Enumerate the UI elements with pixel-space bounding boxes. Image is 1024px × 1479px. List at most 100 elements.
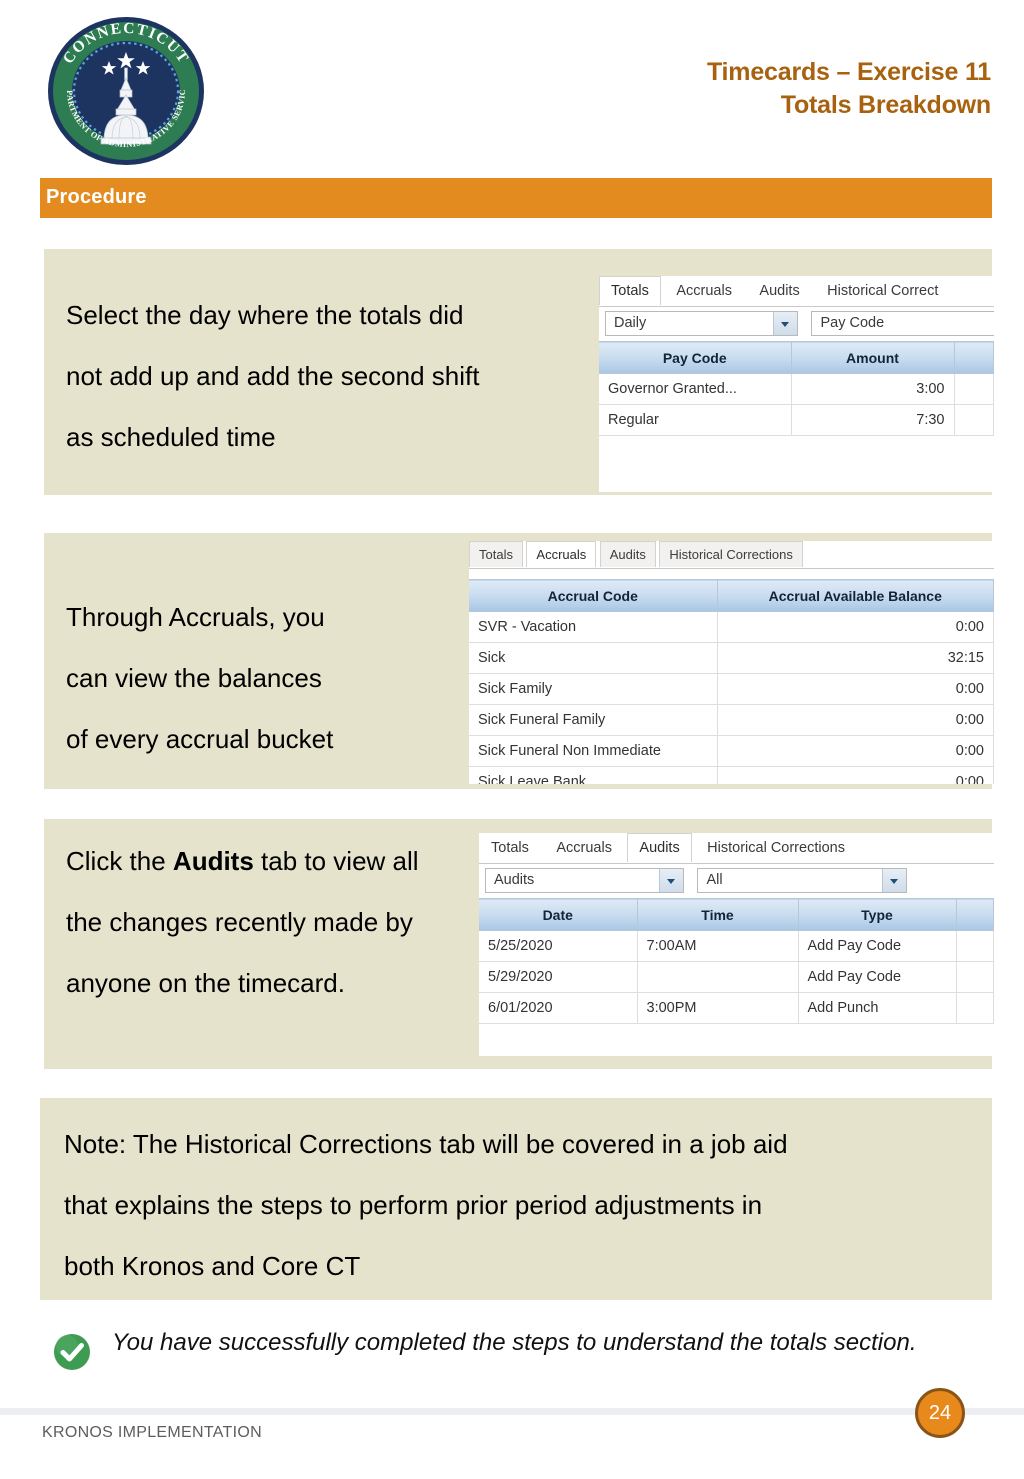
totals-col-overflow bbox=[954, 341, 994, 374]
audits-cell-time: 7:00AM bbox=[637, 930, 799, 962]
table-row[interactable]: Regular 7:30 bbox=[599, 404, 994, 436]
audits-col-overflow bbox=[956, 898, 994, 931]
tab-audits[interactable]: Audits bbox=[627, 833, 692, 862]
page-title-line1: Timecards – Exercise 11 bbox=[706, 58, 991, 86]
table-row[interactable]: Sick Funeral Non Immediate 0:00 bbox=[469, 735, 994, 767]
accruals-col-balance: Accrual Available Balance bbox=[717, 579, 994, 612]
chevron-down-icon[interactable] bbox=[882, 869, 907, 892]
step-3-text: Click the Audits tab to view all the cha… bbox=[66, 831, 419, 1014]
audits-cell-overflow bbox=[956, 961, 994, 993]
tab-accruals[interactable]: Accruals bbox=[526, 541, 597, 567]
totals-cell-pay-code: Regular bbox=[599, 404, 792, 436]
table-row[interactable]: SVR - Vacation 0:00 bbox=[469, 611, 994, 643]
accruals-cell-balance: 32:15 bbox=[717, 642, 994, 674]
audits-header-row: Date Time Type bbox=[479, 898, 994, 931]
tab-historical-corrections[interactable]: Historical Corrections bbox=[659, 541, 803, 567]
audits-filter-bar: Audits All bbox=[479, 864, 994, 898]
step-3-line-2: the changes recently made by bbox=[66, 907, 413, 937]
accruals-cell-balance: 0:00 bbox=[717, 704, 994, 736]
table-row[interactable]: 6/01/2020 3:00PM Add Punch bbox=[479, 992, 994, 1024]
totals-cell-pay-code: Governor Granted... bbox=[599, 373, 792, 405]
note-line-1: Note: The Historical Corrections tab wil… bbox=[64, 1129, 788, 1159]
chevron-down-icon[interactable] bbox=[659, 869, 683, 892]
accruals-cell-balance: 0:00 bbox=[717, 611, 994, 643]
step-2-text: Through Accruals, you can view the balan… bbox=[66, 587, 333, 770]
audits-type-select[interactable]: Audits bbox=[485, 868, 684, 893]
tab-audits[interactable]: Audits bbox=[599, 541, 656, 567]
step-3-prefix: Click the bbox=[66, 846, 173, 876]
step-2-line-1: Through Accruals, you bbox=[66, 602, 325, 632]
audits-tabstrip: Totals Accruals Audits Historical Correc… bbox=[479, 833, 994, 864]
accruals-spacer bbox=[469, 569, 994, 579]
totals-cell-overflow bbox=[954, 373, 994, 405]
page-header: CONNECTICUT DEPARTMENT OF ADMINISTRATIVE… bbox=[0, 0, 1024, 172]
audits-cell-overflow bbox=[956, 992, 994, 1024]
totals-category-select[interactable]: Pay Code bbox=[811, 311, 994, 336]
success-message-text: You have successfully completed the step… bbox=[112, 1329, 917, 1356]
step-panel-totals: Select the day where the totals did not … bbox=[44, 249, 994, 495]
tab-historical-corrections[interactable]: Historical Corrections bbox=[695, 833, 857, 862]
step-3-line-1: Click the Audits tab to view all bbox=[66, 831, 419, 892]
accruals-cell-code: Sick Leave Bank bbox=[469, 766, 718, 784]
step-3-bold-audits: Audits bbox=[172, 846, 254, 876]
totals-period-select[interactable]: Daily bbox=[605, 311, 798, 336]
table-row[interactable]: Sick Leave Bank 0:00 bbox=[469, 766, 994, 784]
note-line-2: that explains the steps to perform prior… bbox=[64, 1190, 763, 1220]
audits-cell-overflow bbox=[956, 930, 994, 962]
accruals-cell-code: Sick Family bbox=[469, 673, 718, 705]
note-line-3: both Kronos and Core CT bbox=[64, 1251, 361, 1281]
totals-header-row: Pay Code Amount bbox=[599, 341, 994, 374]
tab-accruals[interactable]: Accruals bbox=[544, 833, 624, 862]
audits-cell-type: Add Punch bbox=[798, 992, 957, 1024]
totals-tab-screenshot: Totals Accruals Audits Historical Correc… bbox=[599, 276, 994, 492]
tab-historical-corrections[interactable]: Historical Correct bbox=[815, 276, 951, 305]
totals-tabstrip: Totals Accruals Audits Historical Correc… bbox=[599, 276, 994, 307]
audits-cell-type: Add Pay Code bbox=[798, 961, 957, 993]
step-2-line-2: can view the balances bbox=[66, 663, 322, 693]
step-1-line-3: as scheduled time bbox=[66, 422, 276, 452]
accruals-cell-code: Sick Funeral Non Immediate bbox=[469, 735, 718, 767]
tab-totals[interactable]: Totals bbox=[469, 541, 523, 567]
step-1-line-1: Select the day where the totals did bbox=[66, 300, 464, 330]
tab-accruals[interactable]: Accruals bbox=[664, 276, 744, 305]
accruals-tab-screenshot: Totals Accruals Audits Historical Correc… bbox=[469, 541, 994, 784]
accruals-header-row: Accrual Code Accrual Available Balance bbox=[469, 579, 994, 612]
table-row[interactable]: Sick 32:15 bbox=[469, 642, 994, 674]
step-2-line-3: of every accrual bucket bbox=[66, 724, 334, 754]
tab-totals[interactable]: Totals bbox=[479, 833, 541, 862]
step-panel-accruals: Through Accruals, you can view the balan… bbox=[44, 533, 994, 789]
audits-scope-select[interactable]: All bbox=[697, 868, 908, 893]
page-number-badge: 24 bbox=[915, 1388, 965, 1438]
step-3-line-3: anyone on the timecard. bbox=[66, 968, 345, 998]
step-1-line-2: not add up and add the second shift bbox=[66, 361, 480, 391]
totals-col-amount: Amount bbox=[791, 341, 955, 374]
accruals-cell-code: Sick bbox=[469, 642, 718, 674]
audits-scope-value: All bbox=[706, 872, 723, 888]
audits-col-time: Time bbox=[637, 898, 799, 931]
tab-audits[interactable]: Audits bbox=[747, 276, 812, 305]
totals-cell-overflow bbox=[954, 404, 994, 436]
accruals-tabstrip: Totals Accruals Audits Historical Correc… bbox=[469, 541, 994, 569]
table-row[interactable]: Governor Granted... 3:00 bbox=[599, 373, 994, 405]
accruals-grid: Accrual Code Accrual Available Balance S… bbox=[469, 579, 994, 784]
tab-totals[interactable]: Totals bbox=[599, 276, 661, 305]
procedure-section-label: Procedure bbox=[46, 186, 147, 208]
audits-grid: Date Time Type 5/25/2020 7:00AM Add Pay … bbox=[479, 898, 994, 1024]
page-number: 24 bbox=[928, 1402, 952, 1424]
footer-label: KRONOS IMPLEMENTATION bbox=[42, 1424, 262, 1441]
success-message-block: You have successfully completed the step… bbox=[52, 1329, 992, 1410]
table-row[interactable]: Sick Family 0:00 bbox=[469, 673, 994, 705]
table-row[interactable]: Sick Funeral Family 0:00 bbox=[469, 704, 994, 736]
audits-tab-screenshot: Totals Accruals Audits Historical Correc… bbox=[479, 833, 994, 1056]
totals-col-pay-code: Pay Code bbox=[599, 341, 792, 374]
totals-category-value: Pay Code bbox=[820, 315, 885, 331]
chevron-down-icon[interactable] bbox=[773, 312, 797, 335]
check-circle-icon bbox=[52, 1332, 92, 1372]
table-row[interactable]: 5/25/2020 7:00AM Add Pay Code bbox=[479, 930, 994, 962]
table-row[interactable]: 5/29/2020 Add Pay Code bbox=[479, 961, 994, 993]
audits-type-value: Audits bbox=[494, 872, 535, 888]
audits-cell-time: 3:00PM bbox=[637, 992, 799, 1024]
audits-col-type: Type bbox=[798, 898, 957, 931]
audits-col-date: Date bbox=[479, 898, 638, 931]
totals-grid: Pay Code Amount Governor Granted... 3:00… bbox=[599, 341, 994, 436]
